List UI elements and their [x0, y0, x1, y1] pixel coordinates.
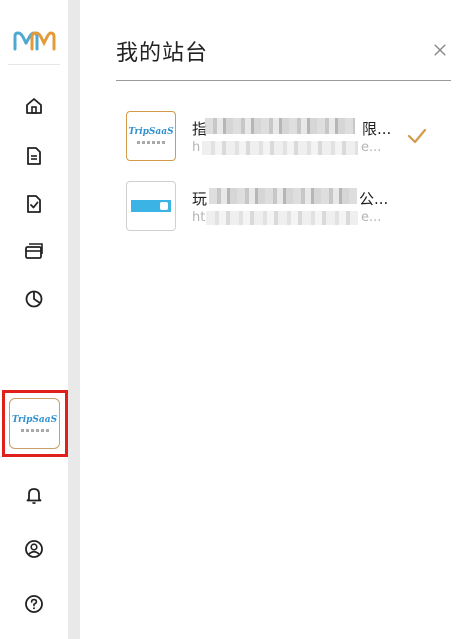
close-button[interactable]: [428, 38, 452, 62]
user-icon: [25, 540, 43, 558]
site-url-start: ht: [192, 210, 206, 225]
home-icon: [26, 98, 42, 114]
logo-dots: [137, 141, 165, 144]
site-thumbnail: [126, 181, 176, 231]
site-list-item[interactable]: 玩 公... ht e...: [126, 181, 436, 231]
logo-divider: [8, 64, 60, 65]
documents-button[interactable]: [19, 141, 49, 171]
redacted-url: [206, 211, 358, 225]
orders-button[interactable]: [19, 189, 49, 219]
site-thumbnail: TripSaaS: [126, 111, 176, 161]
redacted-name: [209, 188, 357, 204]
app-root: TripSaaS 我的站台 TripSaaS 指 限... h e... 玩 公…: [0, 0, 473, 639]
help-icon: [25, 595, 43, 613]
pie-chart-icon: [25, 290, 43, 308]
document-icon: [27, 147, 41, 165]
home-button[interactable]: [19, 91, 49, 121]
my-sites-panel: 我的站台 TripSaaS 指 限... h e... 玩 公... ht e.…: [80, 0, 473, 639]
site-url-start: h: [192, 140, 201, 155]
site-name-start: 玩: [192, 190, 208, 208]
site-logo: TripSaaS: [128, 127, 174, 137]
payments-button[interactable]: [19, 236, 49, 266]
site-list-item[interactable]: TripSaaS 指 限... h e...: [126, 111, 436, 161]
notifications-button[interactable]: [19, 480, 49, 510]
close-icon: [434, 44, 446, 56]
selected-check-icon: [407, 128, 427, 144]
site-url-end: e...: [361, 210, 382, 225]
title-divider: [116, 80, 451, 81]
site-url-end: e...: [361, 140, 382, 155]
site-name-end: 限...: [362, 120, 392, 138]
redacted-name: [205, 118, 355, 134]
site-name-end: 公...: [359, 190, 389, 208]
file-check-icon: [27, 195, 41, 213]
site-banner-image: [131, 200, 171, 212]
bell-icon: [26, 488, 42, 504]
reports-button[interactable]: [19, 284, 49, 314]
help-button[interactable]: [19, 589, 49, 619]
current-site-switcher[interactable]: TripSaaS: [9, 398, 60, 449]
current-site-logo: TripSaaS: [11, 414, 58, 425]
panel-title: 我的站台: [116, 41, 209, 66]
logo-dots: [20, 428, 49, 432]
panel-divider: [68, 0, 80, 639]
card-stack-icon: [25, 243, 43, 259]
brand-logo-icon[interactable]: [12, 30, 56, 52]
redacted-url: [202, 141, 358, 155]
sidebar: [0, 0, 68, 639]
account-button[interactable]: [19, 534, 49, 564]
